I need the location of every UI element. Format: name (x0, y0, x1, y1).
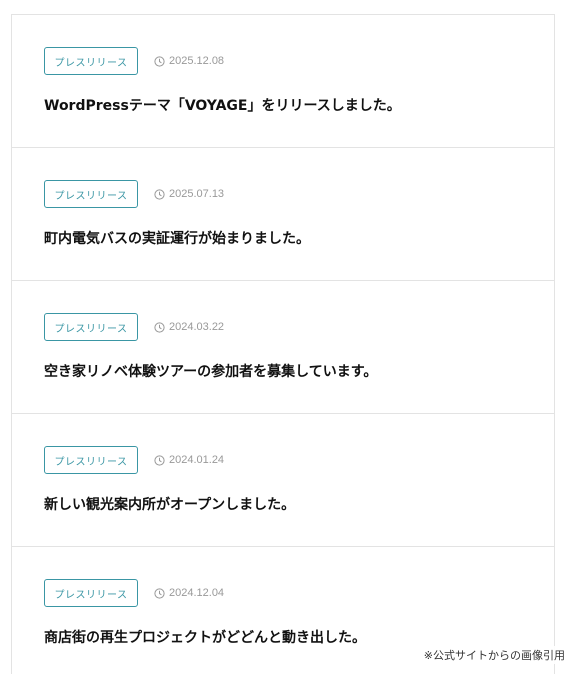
news-item[interactable]: プレスリリース 2024.03.22 空き家リノベ体験ツアーの参加者を募集してい… (12, 281, 554, 414)
date-text: 2024.12.04 (169, 587, 225, 599)
news-date: 2025.12.08 (154, 55, 224, 67)
category-tag[interactable]: プレスリリース (44, 579, 138, 607)
news-date: 2024.03.22 (154, 321, 224, 333)
news-title[interactable]: 空き家リノベ体験ツアーの参加者を募集しています。 (44, 361, 377, 381)
news-list: プレスリリース 2025.12.08 WordPressテーマ「VOYAGE」を… (11, 14, 555, 674)
category-tag[interactable]: プレスリリース (44, 446, 138, 474)
image-credit: ※公式サイトからの画像引用 (421, 646, 567, 664)
news-meta: プレスリリース 2024.03.22 (44, 313, 224, 341)
category-tag[interactable]: プレスリリース (44, 313, 138, 341)
category-tag[interactable]: プレスリリース (44, 180, 138, 208)
date-text: 2025.07.13 (169, 188, 225, 200)
news-meta: プレスリリース 2024.01.24 (44, 446, 224, 474)
date-text: 2024.03.22 (169, 321, 225, 333)
news-date: 2025.07.13 (154, 188, 224, 200)
date-text: 2025.12.08 (169, 55, 225, 67)
news-meta: プレスリリース 2025.12.08 (44, 47, 224, 75)
news-meta: プレスリリース 2025.07.13 (44, 180, 224, 208)
news-meta: プレスリリース 2024.12.04 (44, 579, 224, 607)
news-title[interactable]: 新しい観光案内所がオープンしました。 (44, 494, 295, 514)
category-tag[interactable]: プレスリリース (44, 47, 138, 75)
news-title[interactable]: WordPressテーマ「VOYAGE」をリリースしました。 (44, 95, 401, 115)
clock-icon (154, 454, 165, 466)
clock-icon (154, 188, 165, 200)
news-item[interactable]: プレスリリース 2025.12.08 WordPressテーマ「VOYAGE」を… (12, 15, 554, 148)
clock-icon (154, 587, 165, 599)
news-item[interactable]: プレスリリース 2024.01.24 新しい観光案内所がオープンしました。 (12, 414, 554, 547)
news-date: 2024.01.24 (154, 454, 224, 466)
news-item[interactable]: プレスリリース 2025.07.13 町内電気バスの実証運行が始まりました。 (12, 148, 554, 281)
clock-icon (154, 55, 165, 67)
news-title[interactable]: 町内電気バスの実証運行が始まりました。 (44, 228, 310, 248)
news-date: 2024.12.04 (154, 587, 224, 599)
date-text: 2024.01.24 (169, 454, 225, 466)
news-title[interactable]: 商店街の再生プロジェクトがどどんと動き出した。 (44, 627, 366, 647)
clock-icon (154, 321, 165, 333)
